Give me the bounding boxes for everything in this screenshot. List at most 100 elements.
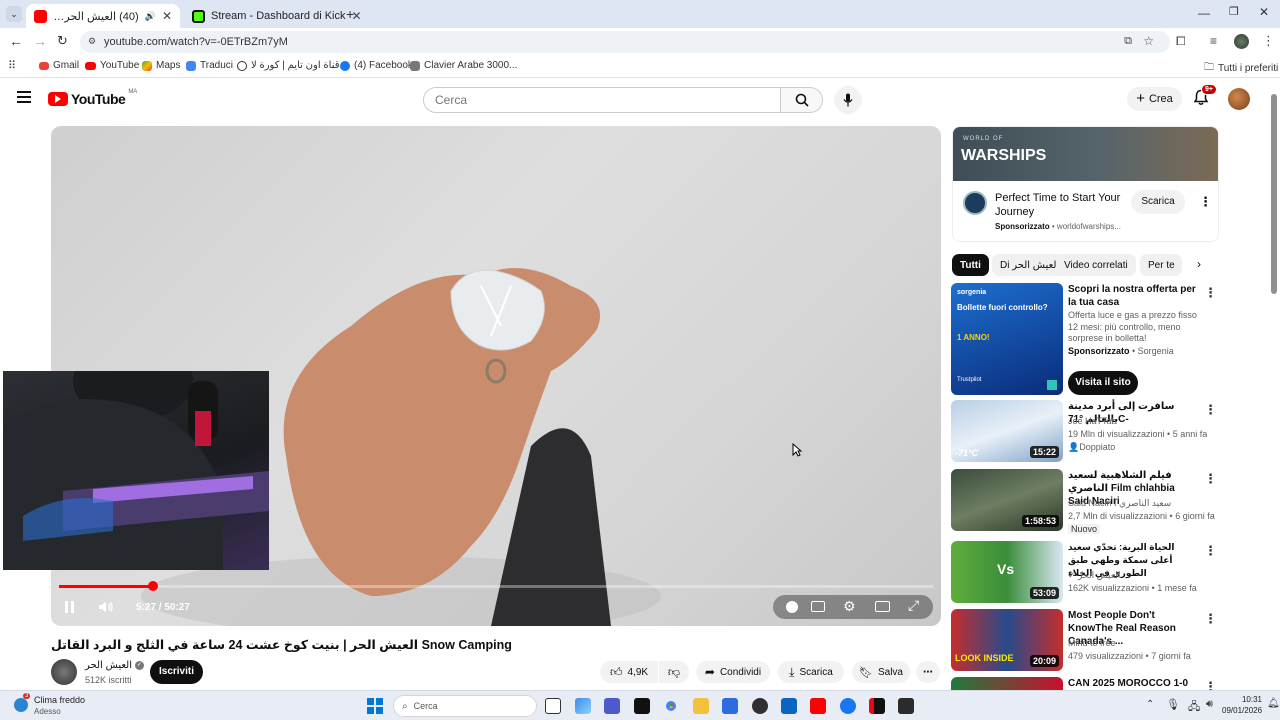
like-button[interactable]: 👍︎ 4,9K — [600, 661, 658, 683]
voice-search-button[interactable] — [834, 86, 862, 114]
theater-mode-icon[interactable] — [875, 601, 890, 612]
restore-icon[interactable]: ❐ — [1229, 5, 1239, 18]
bookmark-youtube[interactable]: YouTube — [85, 60, 139, 71]
reload-icon[interactable]: ↻ — [57, 33, 68, 49]
ad-kebab-icon[interactable]: ⋮ — [1199, 194, 1212, 210]
copilot-icon[interactable] — [575, 698, 591, 714]
tray-chevron-icon[interactable]: ⌃ — [1146, 699, 1154, 710]
download-button[interactable]: ⤓ Scarica — [778, 661, 844, 683]
recommended-video[interactable]: Vs 53:09 الحياة البرية: تحدّي سعيد أعلى … — [951, 541, 1221, 603]
clock[interactable]: 10:31 09/01/2026 — [1222, 694, 1262, 716]
dislike-button[interactable]: 👎︎ — [659, 661, 689, 683]
netflix-icon[interactable] — [869, 698, 885, 714]
youtube-logo[interactable]: YouTube MA — [48, 89, 137, 107]
share-button[interactable]: ➦ Condividi — [696, 661, 770, 683]
search-button[interactable] — [781, 87, 823, 113]
epic-games-icon[interactable] — [898, 698, 914, 714]
settings-gear-icon[interactable]: ⚙ — [843, 598, 856, 615]
file-explorer-icon[interactable] — [693, 698, 709, 714]
network-icon[interactable]: 🖧 — [1188, 698, 1200, 717]
address-bar[interactable]: ⚙ youtube.com/watch?v=-0ETrBZm7yM ⧉ ☆ — [80, 31, 1170, 53]
item-menu-icon[interactable]: ⋮ — [1204, 402, 1217, 418]
install-app-icon[interactable]: ⧉ — [1124, 35, 1132, 48]
more-actions-button[interactable]: ⋯ — [916, 661, 940, 683]
teams-icon[interactable] — [604, 698, 620, 714]
bookmark-gmail[interactable]: Gmail — [39, 60, 79, 71]
subtitles-icon[interactable] — [811, 601, 825, 612]
chrome-icon[interactable] — [663, 698, 679, 714]
bookmark-clavier[interactable]: Clavier Arabe 3000... — [410, 60, 517, 71]
recommended-video[interactable]: -71°C 15:22 سافرت إلى أبرد مدينة بالعالم… — [951, 400, 1221, 462]
volume-icon[interactable] — [98, 600, 114, 614]
task-view-icon[interactable] — [545, 698, 561, 714]
bookmark-star-icon[interactable]: ☆ — [1143, 34, 1154, 48]
save-button[interactable]: 🔖︎ Salva — [852, 661, 910, 683]
visit-site-button[interactable]: Visita il sito — [1068, 371, 1138, 395]
apps-grid-icon[interactable]: ⠿ — [8, 59, 16, 72]
taskbar-search[interactable]: ⌕ Cerca — [393, 695, 537, 717]
recommended-video[interactable]: CAN 2025 MOROCCO 1-0 ⋮ — [951, 677, 1221, 690]
youtube-icon[interactable] — [810, 698, 826, 714]
reading-list-icon[interactable]: ≡ — [1210, 34, 1217, 48]
facebook-icon[interactable] — [840, 698, 856, 714]
minimize-icon[interactable]: — — [1198, 6, 1210, 20]
bookmark-facebook[interactable]: (4) Facebook — [340, 60, 413, 71]
extensions-icon[interactable]: ⧠ — [1176, 34, 1186, 49]
item-menu-icon[interactable]: ⋮ — [1204, 471, 1217, 487]
ad-cta-button[interactable]: Scarica — [1131, 190, 1185, 214]
back-icon[interactable]: ← — [9, 33, 23, 49]
browser-menu-icon[interactable]: ⋮ — [1262, 33, 1275, 49]
site-info-icon[interactable]: ⚙ — [88, 36, 96, 47]
progress-bar[interactable] — [59, 581, 933, 591]
chip-for-you[interactable]: Per te — [1140, 254, 1182, 276]
chip-all[interactable]: Tutti — [952, 254, 989, 276]
close-tab-icon[interactable]: ✕ — [162, 9, 172, 23]
video-title: CAN 2025 MOROCCO 1-0 — [1068, 678, 1189, 689]
autoplay-toggle[interactable] — [778, 601, 798, 613]
subscribe-button[interactable]: Iscriviti — [150, 660, 203, 684]
outlook-icon[interactable] — [781, 698, 797, 714]
microphone-icon[interactable]: 🎙︎ — [1166, 698, 1180, 711]
create-button[interactable]: + Crea — [1127, 87, 1182, 111]
channel-avatar[interactable] — [51, 659, 77, 685]
channel-name: Joe HaTTab — [1068, 416, 1117, 426]
ad-banner-small: WORLD OF — [963, 136, 1004, 142]
ad-card[interactable]: WORLD OF WARSHIPS Perfect Time to Start … — [952, 126, 1219, 242]
recommended-video[interactable]: 1:58:53 فيلم الشلاهبية لسعيد الناصري Fil… — [951, 469, 1221, 534]
forward-icon[interactable]: → — [33, 33, 47, 49]
bookmark-ontime[interactable]: قناة اون تايم | كورة لا... — [237, 60, 348, 71]
tab-youtube[interactable]: (40) العيش الحر | بنيت كوخ ع 🔊 ✕ — [26, 4, 180, 28]
item-menu-icon[interactable]: ⋮ — [1204, 679, 1217, 690]
weather-widget[interactable]: 3 Clima freddo Adesso — [14, 693, 114, 719]
tab-kick[interactable]: Stream - Dashboard di Kick ✕ — [184, 4, 362, 28]
speaker-icon[interactable]: 🔊︎ — [1206, 698, 1213, 711]
dubbed-badge: 👤Doppiato — [1068, 442, 1116, 452]
profile-avatar[interactable] — [1234, 34, 1249, 49]
obs-icon[interactable] — [752, 698, 768, 714]
all-bookmarks[interactable]: 🗀 Tutti i preferiti — [1204, 60, 1278, 77]
pause-button[interactable] — [65, 601, 77, 613]
start-button[interactable] — [367, 698, 383, 714]
channel-name[interactable]: العيش الحر ✓ — [85, 660, 144, 671]
item-menu-icon[interactable]: ⋮ — [1204, 543, 1217, 559]
tab-search-button[interactable]: ⌄ — [6, 6, 22, 22]
notifications-button[interactable]: 9+ — [1193, 84, 1217, 109]
bookmark-maps[interactable]: Maps — [142, 60, 180, 71]
item-menu-icon[interactable]: ⋮ — [1204, 285, 1217, 301]
page-scrollbar[interactable] — [1271, 94, 1277, 294]
bookmark-translate[interactable]: Traduci — [186, 60, 233, 71]
account-avatar[interactable] — [1228, 88, 1250, 110]
fullscreen-icon[interactable]: ⤢ — [908, 597, 919, 614]
new-tab-button[interactable]: + — [346, 6, 354, 22]
chip-related[interactable]: Video correlati — [1056, 254, 1136, 276]
search-input[interactable]: Cerca — [423, 87, 781, 113]
chips-next-icon[interactable]: › — [1197, 257, 1201, 271]
item-menu-icon[interactable]: ⋮ — [1204, 611, 1217, 627]
tiktok-icon[interactable] — [634, 698, 650, 714]
notification-bell-icon[interactable]: 🔔︎ — [1267, 698, 1280, 709]
store-icon[interactable] — [722, 698, 738, 714]
sponsored-item[interactable]: sorgenia Bollette fuori controllo? 1 ANN… — [951, 283, 1221, 395]
recommended-video[interactable]: LOOK INSIDE 20:09 Most People Don't Know… — [951, 609, 1221, 671]
hamburger-menu-icon[interactable] — [17, 91, 31, 103]
close-window-icon[interactable]: ✕ — [1259, 5, 1269, 19]
